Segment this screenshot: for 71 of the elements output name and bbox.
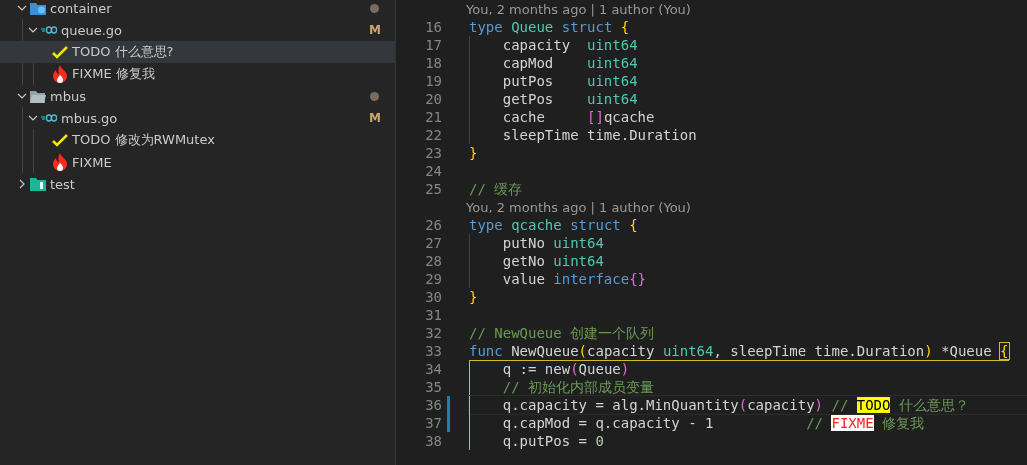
code-line: type qcache struct { — [469, 216, 638, 234]
line-number: 23 — [424, 145, 442, 161]
code-line: capMod uint64 — [469, 54, 638, 72]
line-number: 21 — [424, 109, 442, 125]
code-line: putPos uint64 — [469, 72, 638, 90]
line-number: 28 — [424, 253, 442, 269]
line-number: 34 — [424, 361, 442, 377]
chevron-icon[interactable] — [28, 25, 38, 35]
code-line: capacity uint64 — [469, 36, 638, 54]
line-number: 38 — [424, 433, 442, 449]
line-number: 25 — [424, 181, 442, 197]
line-number: 26 — [424, 217, 442, 233]
go-file-icon — [41, 26, 57, 34]
line-number: 30 — [424, 289, 442, 305]
folder-icon — [30, 177, 46, 191]
code-line: cache []qcache — [469, 108, 655, 126]
code-line: getPos uint64 — [469, 90, 638, 108]
line-number: 19 — [424, 73, 442, 89]
folder-icon — [30, 89, 46, 103]
go-file-icon — [41, 114, 57, 122]
chevron-icon[interactable] — [17, 91, 27, 101]
flame-icon — [52, 65, 68, 83]
flame-icon — [52, 153, 68, 171]
line-number: 29 — [424, 271, 442, 287]
line-number: 22 — [424, 127, 442, 143]
chevron-icon[interactable] — [17, 3, 27, 13]
code-line: func NewQueue(capacity uint64, sleepTime time.Duration) *Queue { — [469, 341, 1009, 361]
line-number: 27 — [424, 235, 442, 251]
tree-item[interactable]: mbus — [0, 85, 395, 107]
line-number: 37 — [424, 415, 442, 431]
line-number: 18 — [424, 55, 442, 71]
code-line: q.capMod = q.capacity - 1 // FIXME 修复我 — [469, 414, 925, 432]
code-line: q.putPos = 0 — [469, 432, 604, 450]
chevron-icon[interactable] — [28, 113, 38, 123]
line-number: 17 — [424, 37, 442, 53]
code-line: getNo uint64 — [469, 252, 604, 270]
git-status-label: M — [369, 111, 381, 125]
line-number: 24 — [424, 163, 442, 179]
line-number: 31 — [424, 307, 442, 323]
line-number: 20 — [424, 91, 442, 107]
code-line: } — [469, 288, 478, 306]
code-line: q.capacity = alg.MinQuantity(capacity) // TODO 什么意思？ — [469, 396, 1027, 414]
tree-item[interactable]: mbus.go M — [0, 107, 395, 129]
code-line: // 初始化内部成员变量 — [469, 378, 654, 396]
tree-item[interactable]: queue.go M — [0, 19, 395, 41]
line-number: 36 — [424, 397, 442, 413]
check-icon — [52, 133, 68, 147]
tree-item[interactable]: FIXME — [0, 151, 395, 173]
tree-item[interactable]: FIXME 修复我 — [0, 63, 395, 85]
line-number: 33 — [424, 343, 442, 359]
check-icon — [52, 45, 68, 59]
tree-item[interactable]: test — [0, 173, 395, 195]
code-line: type Queue struct { — [469, 18, 630, 36]
codelens-text[interactable]: You, 2 months ago | 1 author (You) — [466, 199, 691, 215]
chevron-icon[interactable] — [17, 179, 27, 189]
tree-item[interactable]: container — [0, 0, 395, 19]
git-status-label: M — [369, 23, 381, 37]
line-number: 16 — [424, 19, 442, 35]
code-line: value interface{} — [469, 270, 646, 288]
code-line: putNo uint64 — [469, 234, 604, 252]
line-number: 35 — [424, 379, 442, 395]
codelens-text[interactable]: You, 2 months ago | 1 author (You) — [466, 1, 691, 17]
code-line: } — [469, 144, 478, 162]
line-number: 32 — [424, 325, 442, 341]
code-line: // 缓存 — [469, 180, 523, 198]
code-line: sleepTime time.Duration — [469, 126, 697, 144]
tree-item[interactable]: TODO 什么意思? — [0, 41, 395, 63]
folder-icon — [30, 1, 46, 15]
tree-item[interactable]: TODO 修改为RWMutex — [0, 129, 395, 151]
code-line: q := new(Queue) — [469, 360, 630, 378]
code-line: // NewQueue 创建一个队列 — [469, 324, 655, 342]
